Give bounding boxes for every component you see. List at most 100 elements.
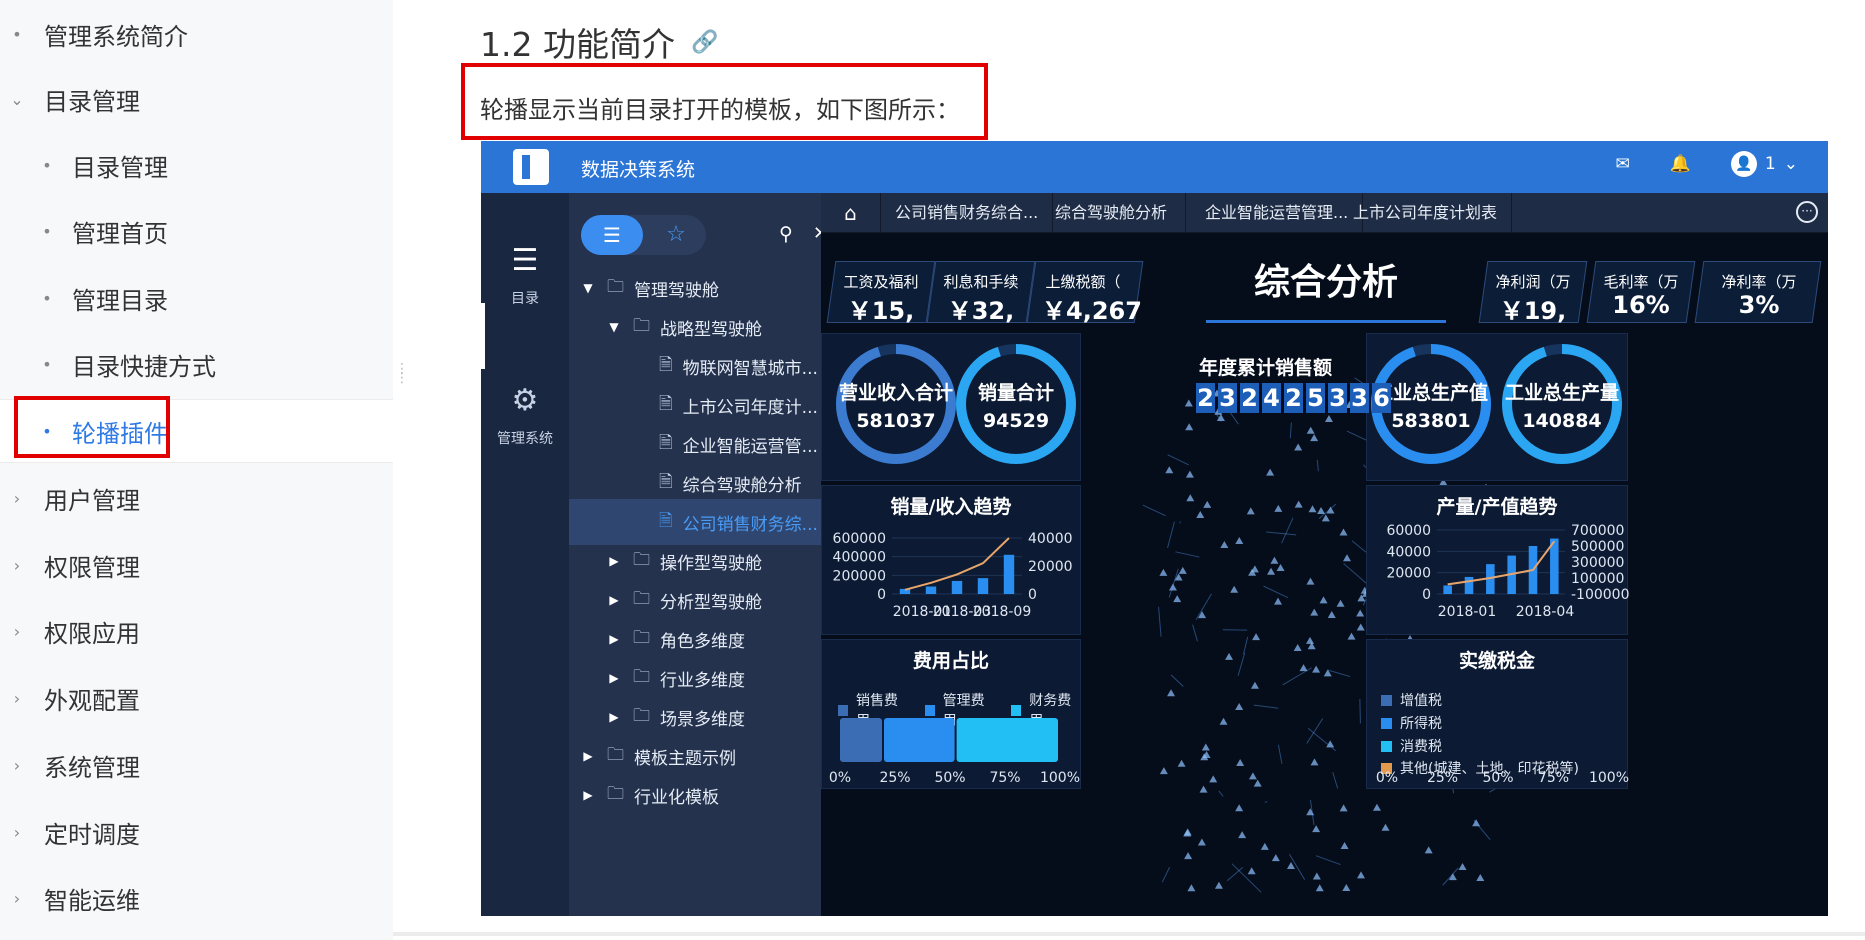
list-icon: ☰ [511, 243, 539, 278]
folder-icon: 🗀 [607, 276, 624, 297]
folder-icon: 🗀 [633, 627, 650, 648]
map-border [1307, 727, 1337, 752]
bar [1443, 585, 1452, 594]
map-marker-icon [1260, 842, 1269, 850]
annual-sales-title: 年度累计销售额 [1199, 357, 1333, 379]
map-marker-icon [1294, 443, 1303, 451]
map-marker-icon [1324, 415, 1333, 423]
caret-right-icon[interactable]: ▶ [581, 788, 595, 802]
nav-item-permission-application[interactable]: › 权限应用 [0, 599, 393, 663]
message-icon[interactable]: ✉ [1616, 154, 1630, 174]
map-marker-icon [1267, 567, 1276, 575]
map-marker-icon [1315, 884, 1324, 892]
bell-icon[interactable]: 🔔 [1670, 154, 1691, 174]
sidebar-resize-handle[interactable]: ⋮ ⋮ [395, 362, 409, 393]
caret-right-icon[interactable]: ▶ [607, 593, 621, 607]
bullet-icon: • [42, 221, 52, 241]
map-border [1142, 504, 1166, 517]
caret-right-icon[interactable]: ▶ [607, 632, 621, 646]
map-border [1243, 636, 1249, 655]
tree-node[interactable]: ▶ 🗀 行业化模板 [569, 772, 821, 818]
list-view-icon[interactable]: ☰ [581, 215, 643, 255]
user-menu[interactable]: 👤 1 ⌄ [1730, 151, 1798, 177]
rail-item-manage[interactable]: ⚙ 管理系统 [481, 383, 569, 448]
map-marker-icon [1270, 556, 1279, 564]
map-marker-icon [1347, 632, 1356, 640]
map-marker-icon [1220, 541, 1229, 549]
map-border [1263, 585, 1289, 599]
folder-icon: 🗀 [633, 705, 650, 726]
map-marker-icon [1476, 873, 1485, 881]
app-header: 数据决策系统 ✉ 🔔 👤 1 ⌄ [481, 141, 1828, 193]
app-rail: ☰ 目录 ⚙ 管理系统 [481, 193, 569, 916]
page-description: 轮播显示当前目录打开的模板，如下图所示： [480, 96, 960, 124]
caret-down-icon[interactable]: ▼ [607, 320, 621, 334]
map-marker-icon [1203, 500, 1212, 508]
x-tick-label: 25% [879, 770, 910, 786]
tab-enterprise-ops[interactable]: 企业智能运营管理... [1191, 193, 1364, 233]
nav-item-carousel-plugin[interactable]: • 轮播插件 [0, 399, 393, 463]
caret-right-icon[interactable]: ▶ [581, 749, 595, 763]
map-marker-icon [1336, 599, 1345, 607]
x-tick-label: 50% [1482, 770, 1513, 786]
home-icon[interactable]: ⌂ [821, 193, 881, 233]
gauge-value: 583801 [1391, 410, 1471, 432]
star-icon[interactable]: ☆ [651, 215, 701, 255]
nav-item-label: 定时调度 [44, 820, 140, 849]
map-border [1231, 863, 1262, 893]
x-tick-label: 75% [989, 770, 1020, 786]
rail-item-catalog[interactable]: ☰ 目录 [481, 243, 569, 308]
divider [393, 932, 1865, 936]
tab-annual-plan[interactable]: 上市公司年度计划表 [1339, 193, 1513, 233]
map-marker-icon [1326, 506, 1335, 514]
nav-item-intelligent-ops[interactable]: › 智能运维 [0, 866, 393, 930]
map-border [1167, 521, 1175, 549]
caret-down-icon[interactable]: ▼ [581, 281, 595, 295]
nav-item-catalog-shortcut[interactable]: • 目录快捷方式 [0, 332, 393, 396]
catalog-tree-panel: ☰ ☆ ⚲ ✕ ▼ 🗀 管理驾驶舱 ▼ 🗀 战略型驾驶舱 🗎 物联网智慧城市... 🗎 上市公司年… [569, 193, 828, 916]
x-tick-label: 2018-04 [1516, 604, 1575, 620]
map-marker-icon [1185, 470, 1194, 478]
tab-sales-finance[interactable]: 公司销售财务综合... [881, 193, 1054, 233]
y-tick-label: 40000 [1386, 544, 1431, 560]
caret-right-icon[interactable]: ▶ [607, 710, 621, 724]
page-title-text: 1.2 功能简介 [480, 25, 675, 64]
map-marker-icon [1357, 871, 1366, 879]
dashboard-title: 综合分析 [1206, 253, 1446, 323]
y-tick-label: 0 [1422, 587, 1431, 603]
nav-item-catalog-management-group[interactable]: ⌄ 目录管理 [0, 67, 393, 131]
map-marker-icon [1274, 597, 1283, 605]
tree-node-label: 公司销售财务综... [682, 514, 818, 535]
nav-item-management-catalog[interactable]: • 管理目录 [0, 266, 393, 330]
nav-item-management-home[interactable]: • 管理首页 [0, 199, 393, 263]
map-border [1161, 866, 1171, 883]
nav-item-scheduled-tasks[interactable]: › 定时调度 [0, 800, 393, 864]
nav-item-permission-management[interactable]: › 权限管理 [0, 533, 393, 597]
nav-item-catalog-management[interactable]: • 目录管理 [0, 133, 393, 197]
y-tick-label: 400000 [833, 550, 886, 566]
tab-cockpit-analysis[interactable]: 综合驾驶舱分析 [1037, 193, 1187, 233]
nav-item-user-management[interactable]: › 用户管理 [0, 466, 393, 530]
search-icon[interactable]: ⚲ [779, 223, 793, 245]
map-marker-icon [1286, 861, 1295, 869]
nav-item-label: 系统管理 [44, 753, 140, 782]
map-border [1316, 459, 1319, 472]
map-marker-icon [1209, 775, 1218, 783]
map-marker-icon [1225, 652, 1234, 660]
nav-item-appearance-config[interactable]: › 外观配置 [0, 666, 393, 730]
tree-node-label: 行业化模板 [634, 787, 719, 808]
caret-right-icon[interactable]: ▶ [607, 554, 621, 568]
nav-item-system-intro[interactable]: • 管理系统简介 [0, 2, 393, 66]
map-border [1315, 855, 1341, 866]
bar [925, 586, 937, 594]
y2-tick-label: 700000 [1571, 523, 1624, 539]
y-tick-label: 60000 [1386, 523, 1431, 539]
map-border [1253, 704, 1279, 709]
bullet-icon: • [42, 288, 52, 308]
more-icon[interactable]: ··· [1796, 201, 1818, 223]
caret-right-icon[interactable]: ▶ [607, 671, 621, 685]
link-icon[interactable]: 🔗 [691, 30, 718, 55]
map-marker-icon [1294, 500, 1303, 508]
tree-node-label: 物联网智慧城市... [682, 358, 818, 379]
nav-item-system-management[interactable]: › 系统管理 [0, 733, 393, 797]
